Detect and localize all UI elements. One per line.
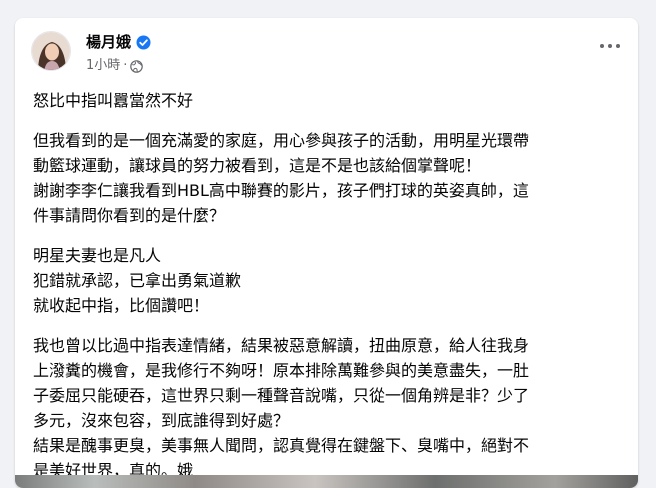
post-line: 結果是醜事更臭，美事無人聞問，認真覺得在鍵盤下、臭嘴中，絕對不 <box>33 436 530 455</box>
meta-separator: · <box>123 58 128 73</box>
post-media-image[interactable] <box>15 475 638 488</box>
post-line: 就收起中指，比個讚吧！ <box>33 296 210 315</box>
globe-icon <box>130 59 144 73</box>
post-line: 謝謝李李仁讓我看到HBL高中聯賽的影片，孩子們打球的英姿真帥，這 <box>33 181 529 200</box>
post-line: 子委屈只能硬吞，這世界只剩一種聲音說嘴，只從一個角辨是非？少了 <box>33 386 530 405</box>
more-options-icon[interactable] <box>600 40 620 52</box>
post-line: 多元，沒來包容，到底誰得到好處？ <box>33 411 290 430</box>
post-paragraph: 明星夫妻也是凡人 犯錯就承認，已拿出勇氣道歉 就收起中指，比個讚吧！ <box>33 243 628 318</box>
post-paragraph: 怒比中指叫囂當然不好 <box>33 88 628 113</box>
post-card: 楊月娥 1小時 · 怒比中指叫囂當然不好 但我看到的是一個充滿愛的家庭，用心參與… <box>15 18 638 488</box>
post-line: 怒比中指叫囂當然不好 <box>33 91 194 110</box>
post-line: 動籃球運動，讓球員的努力被看到，這是不是也該給個掌聲呢！ <box>33 156 482 175</box>
post-line: 件事請問你看到的是什麼？ <box>33 206 226 225</box>
post-meta: 1小時 · <box>86 58 144 74</box>
author-avatar[interactable] <box>31 31 71 71</box>
post-line: 上潑糞的機會，是我修行不夠呀！原本排除萬難參與的美意盡失，一肚 <box>33 361 530 380</box>
post-paragraph: 我也曾以比過中指表達情緒，結果被惡意解讀，扭曲原意，給人往我身 上潑糞的機會，是… <box>33 333 628 483</box>
post-line: 但我看到的是一個充滿愛的家庭，用心參與孩子的活動，用明星光環帶 <box>33 131 530 150</box>
post-line: 明星夫妻也是凡人 <box>33 246 162 265</box>
post-paragraph: 但我看到的是一個充滿愛的家庭，用心參與孩子的活動，用明星光環帶 動籃球運動，讓球… <box>33 128 628 228</box>
post-line: 犯錯就承認，已拿出勇氣道歉 <box>33 271 242 290</box>
verified-badge-icon <box>136 35 151 50</box>
post-line: 我也曾以比過中指表達情緒，結果被惡意解讀，扭曲原意，給人往我身 <box>33 336 530 355</box>
author-row: 楊月娥 <box>86 32 151 52</box>
author-name[interactable]: 楊月娥 <box>86 32 131 52</box>
post-message: 怒比中指叫囂當然不好 但我看到的是一個充滿愛的家庭，用心參與孩子的活動，用明星光… <box>33 88 628 488</box>
post-timestamp[interactable]: 1小時 <box>86 58 120 74</box>
